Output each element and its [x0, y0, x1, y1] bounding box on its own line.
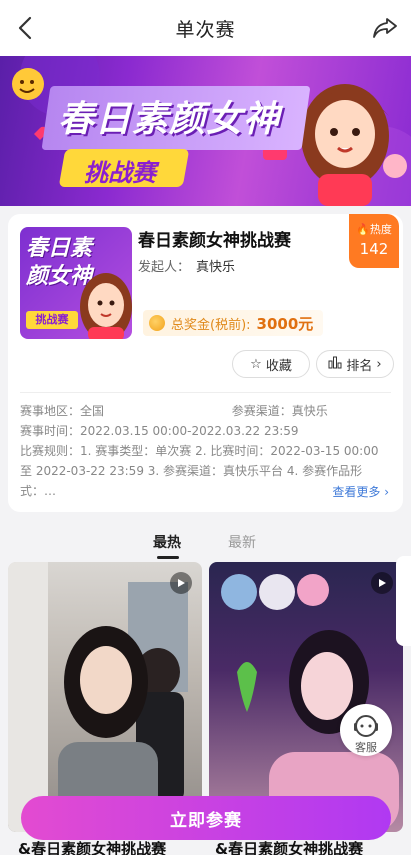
tab-latest[interactable]: 最新 — [228, 532, 256, 552]
flame-icon: 🔥 — [356, 223, 370, 236]
top-bar: 单次赛 — [0, 0, 411, 56]
play-icon — [170, 572, 192, 594]
favorite-button[interactable]: ☆ 收藏 — [232, 350, 310, 378]
chevron-left-icon[interactable] — [12, 14, 40, 42]
thumbnail-tag: 挑战赛 — [26, 311, 78, 329]
tab-hottest[interactable]: 最热 — [153, 532, 181, 552]
coin-icon — [149, 315, 165, 331]
customer-service-label: 客服 — [355, 741, 377, 754]
hero-banner: 春日素颜女神 挑战赛 — [0, 56, 411, 206]
feed-tabs: 最热 最新 — [0, 522, 411, 562]
active-tab-indicator — [157, 556, 179, 559]
competition-thumbnail: 春日素颜女神 挑战赛 — [20, 227, 132, 339]
channel-value: 真快乐 — [291, 404, 328, 418]
share-icon[interactable] — [371, 15, 399, 41]
banner-subtitle: 挑战赛 — [84, 159, 156, 187]
organizer-label: 发起人： — [138, 260, 191, 275]
competition-card: 春日素颜女神 挑战赛 春日素颜女神挑战赛 发起人： 真快乐 总奖金(税前): 30… — [8, 214, 403, 512]
competition-title: 春日素颜女神挑战赛 — [138, 231, 291, 251]
video-title[interactable]: &春日素颜女神挑战赛 — [215, 838, 363, 855]
prize-label: 总奖金(税前): — [171, 317, 251, 333]
region-value: 全国 — [80, 404, 105, 418]
ranking-label: 排名 — [346, 358, 373, 374]
bar-chart-icon — [328, 355, 342, 373]
divider — [20, 392, 391, 393]
heat-label: 热度 — [369, 223, 392, 236]
heat-value: 142 — [359, 240, 389, 258]
video-title[interactable]: &春日素颜女神挑战赛 — [18, 838, 166, 855]
banner-title: 春日素颜女神 — [58, 99, 281, 140]
favorite-label: 收藏 — [265, 358, 292, 374]
video-thumbnail — [8, 562, 188, 832]
star-icon: ☆ — [250, 356, 262, 372]
organizer: 发起人： 真快乐 — [138, 256, 235, 275]
competition-info: 赛事地区：全国 参赛渠道：真快乐 赛事时间：2022.03.15 00:00-2… — [20, 401, 328, 441]
heat-badge: 🔥热度 142 — [349, 214, 399, 268]
time-label: 赛事时间： — [20, 424, 81, 438]
region-label: 赛事地区： — [20, 404, 81, 418]
prize-amount: 3000元 — [256, 314, 314, 333]
chevron-right-icon: › — [376, 356, 382, 372]
play-icon — [371, 572, 393, 594]
video-card[interactable] — [8, 562, 202, 832]
view-more-link[interactable]: 查看更多 › — [332, 483, 389, 500]
time-value: 2022.03.15 00:00-2022.03.22 23:59 — [80, 424, 299, 438]
headset-icon — [354, 715, 378, 737]
side-widget[interactable] — [396, 556, 411, 646]
channel-label: 参赛渠道： — [231, 404, 292, 418]
organizer-name: 真快乐 — [196, 260, 236, 275]
customer-service-button[interactable]: 客服 — [340, 704, 392, 756]
video-card[interactable] — [209, 562, 403, 832]
prize-badge: 总奖金(税前): 3000元 — [143, 310, 324, 336]
join-competition-button[interactable]: 立即参赛 — [21, 796, 391, 840]
video-thumbnail — [221, 574, 399, 832]
ranking-button[interactable]: 排名 › — [316, 350, 394, 378]
page-title: 单次赛 — [175, 18, 236, 41]
